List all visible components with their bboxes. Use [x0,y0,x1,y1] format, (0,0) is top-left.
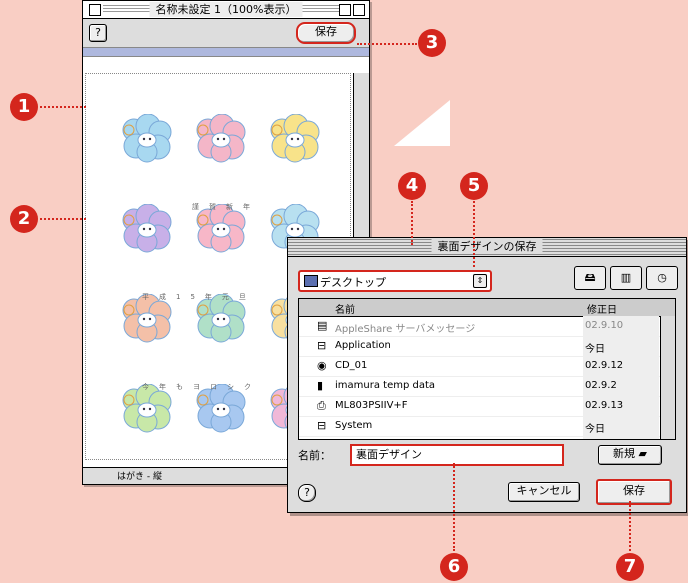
desktop-icon [304,275,318,287]
doc-title: 名称未設定 1（100%表示） [149,2,303,17]
doc-save-button[interactable]: 保存 [296,22,356,44]
ruler-strip [83,48,369,57]
file-date: 02.9.13 [585,400,624,411]
leader-7 [629,501,631,551]
file-name: CD_01 [335,360,368,371]
callout-2: 2 [10,205,38,233]
card-greeting-text: 平成15年元旦 [142,293,256,301]
file-date: 02.9.12 [585,360,624,371]
sheep-illustration [268,113,322,164]
doc-titlebar[interactable]: 名称未設定 1（100%表示） [83,1,369,19]
cd-icon: ◉ [317,359,327,372]
location-popup[interactable]: デスクトップ ⇕ [298,270,492,292]
leader-1 [40,106,86,108]
dialog-save-button[interactable]: 保存 [596,479,672,505]
callout-6: 6 [440,553,468,581]
folder-icon: ▮ [317,379,324,392]
file-date: 今日 [585,424,605,435]
leader-2 [40,218,86,220]
card-greeting-text: 今年もヨロシク [142,383,261,391]
sheep-illustration [120,203,174,254]
list-item[interactable]: ⎙ ML803PSIIV+F 02.9.13 [299,397,661,417]
decorative-triangle [394,100,450,146]
name-label: 名前： [298,449,331,462]
favorites-icon: ▥ [620,271,632,284]
file-name: ML803PSIIV+F [335,400,408,411]
filename-input[interactable]: 裏面デザイン [350,444,564,466]
file-name: AppleShare サーバメッセージ [335,324,476,335]
column-modified[interactable]: 修正日 [587,301,617,316]
updown-arrow-icon[interactable]: ⇕ [473,274,487,288]
list-item[interactable]: ⊟ Application 今日 [299,337,661,357]
leader-6 [453,463,455,551]
callout-4: 4 [398,172,426,200]
new-folder-button[interactable]: 新規 ▰ [598,445,662,465]
dialog-title: 裏面デザインの保存 [431,239,543,254]
doc-toolbar: ? 保存 [83,19,369,48]
file-date: 02.9.10 [585,320,624,331]
zoom-box-icon[interactable] [339,4,351,16]
sheep-illustration [120,113,174,164]
folder-icon: ▰ [638,447,647,460]
card-greeting-text: 謹賀新年 [192,203,260,211]
leader-5 [473,201,475,267]
location-label: デスクトップ [320,276,386,289]
favorites-button[interactable]: ▥ [610,266,642,290]
close-box-icon[interactable] [89,4,101,16]
dialog-help-button[interactable]: ? [298,484,316,502]
server-button[interactable]: 🖴 [574,266,606,290]
list-item[interactable]: ⊟ System 今日 [299,417,661,437]
file-date: 今日 [585,344,605,355]
cancel-button[interactable]: キャンセル [508,482,580,502]
list-scrollbar[interactable] [660,316,675,439]
drive-icon: ⊟ [317,339,327,352]
column-name[interactable]: 名前 [335,301,355,316]
file-list[interactable]: 名前 修正日 ▤ AppleShare サーバメッセージ 02.9.10 ⊟ Appli… [298,298,676,440]
document-icon: ▤ [317,319,328,332]
printer-icon: ⎙ [317,399,326,412]
help-button[interactable]: ? [89,24,107,42]
callout-7: 7 [616,553,644,581]
file-date: 02.9.2 [585,380,617,391]
list-header: 名前 修正日 [299,299,675,317]
recent-button[interactable]: ◷ [646,266,678,290]
collapse-box-icon[interactable] [353,4,365,16]
new-folder-label: 新規 [613,447,636,460]
list-item[interactable]: ▮ imamura temp data 02.9.2 [299,377,661,397]
dialog-titlebar[interactable]: 裏面デザインの保存 [288,238,686,257]
list-item[interactable]: ◉ CD_01 02.9.12 [299,357,661,377]
leader-4 [411,201,413,245]
callout-5: 5 [460,172,488,200]
callout-3: 3 [418,29,446,57]
file-name: imamura temp data [335,380,436,391]
clock-icon: ◷ [657,271,667,284]
leader-3 [357,43,417,45]
save-dialog: 裏面デザインの保存 デスクトップ ⇕ 🖴 ▥ ◷ 名前 修正日 ▤ AppleSh… [287,237,687,513]
server-icon: 🖴 [584,271,596,284]
file-name: System [335,420,373,431]
paper-size-label: はがき - 縦 [117,472,162,482]
list-item[interactable]: ▤ AppleShare サーバメッセージ 02.9.10 [299,317,661,337]
file-name: Application [335,340,391,351]
sheep-illustration [194,113,248,164]
callout-1: 1 [10,93,38,121]
drive-icon: ⊟ [317,419,327,432]
